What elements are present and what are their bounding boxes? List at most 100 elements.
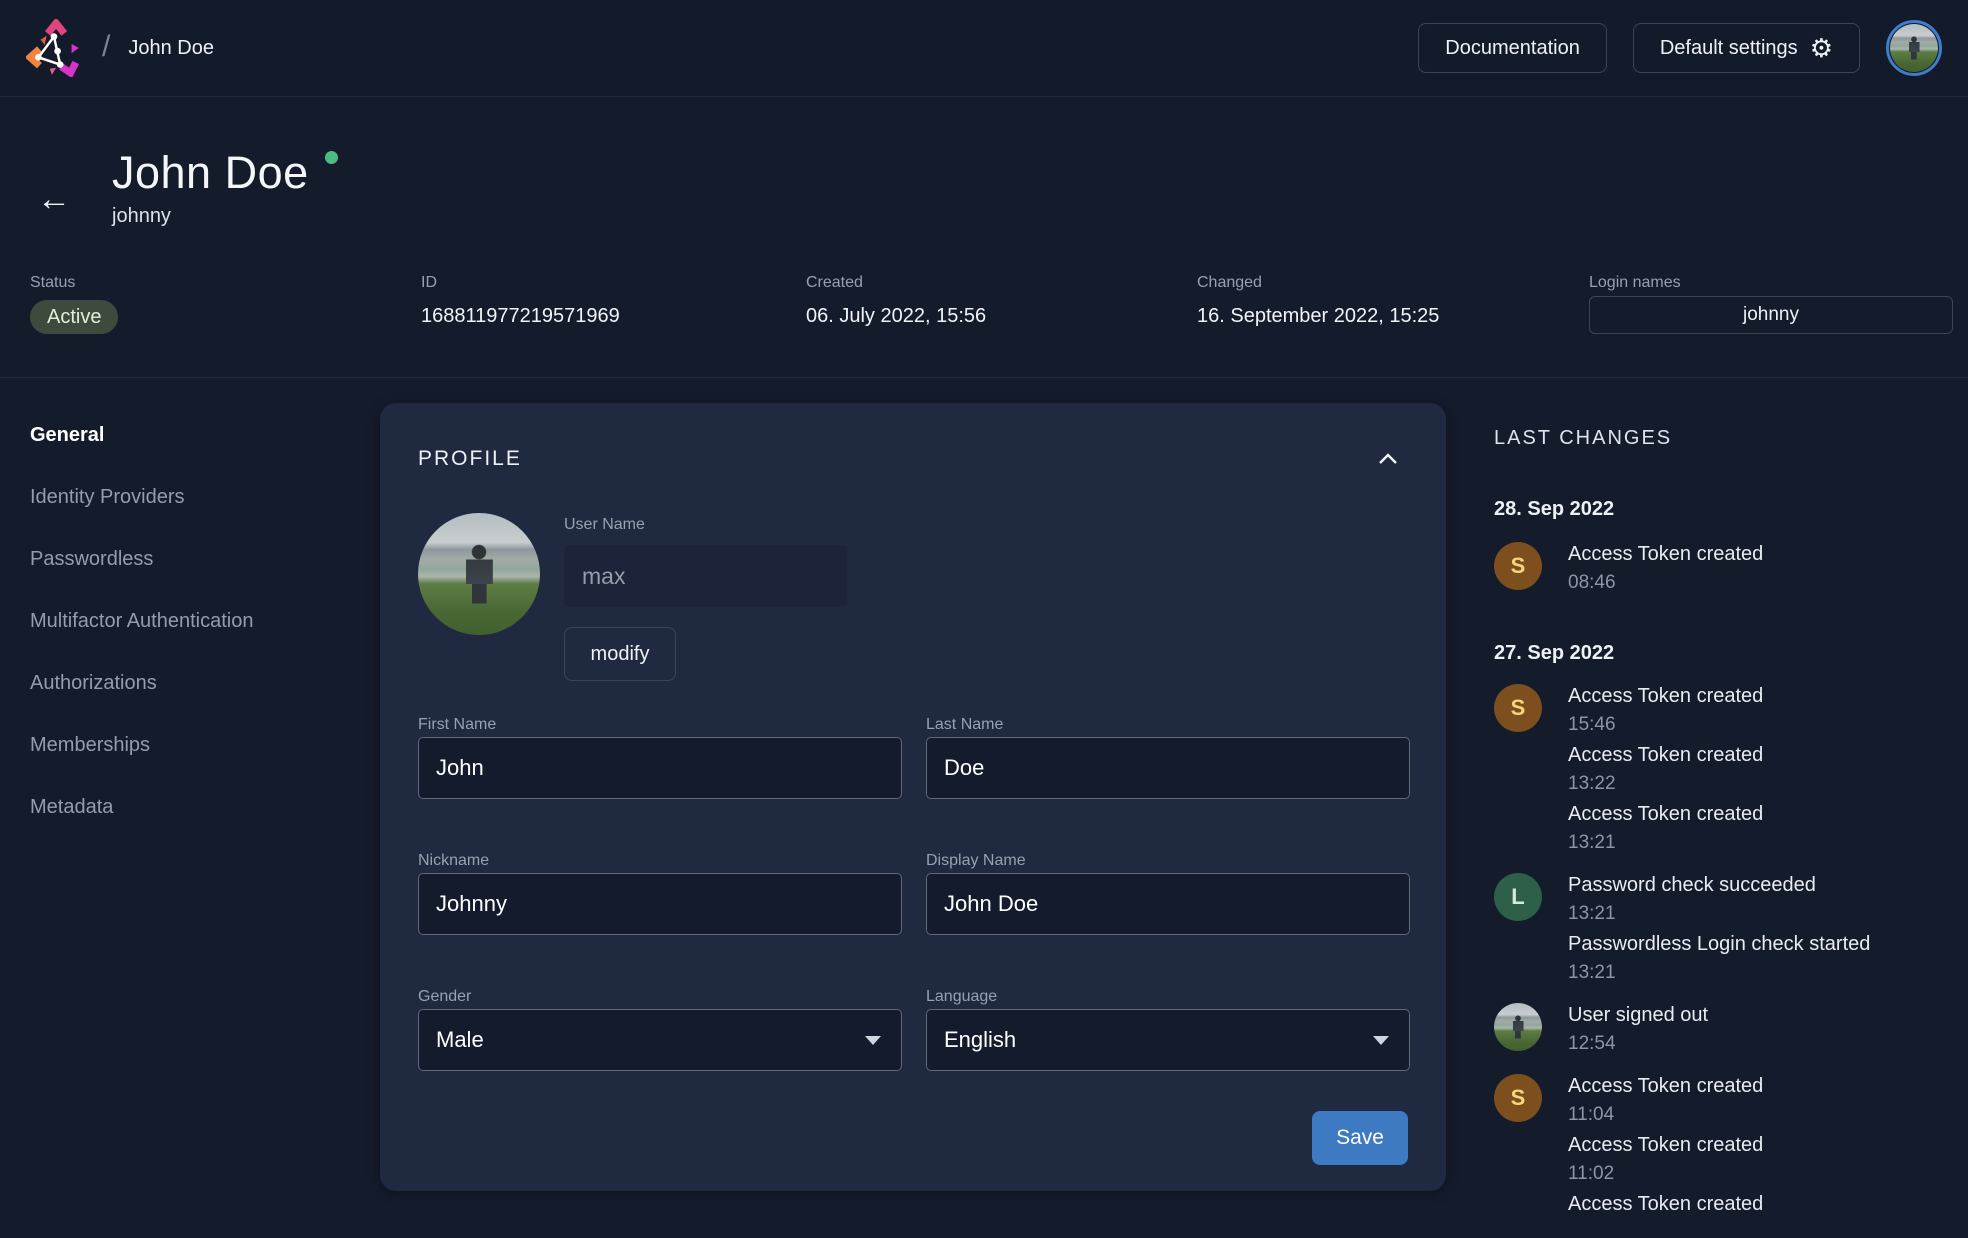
back-button[interactable]: ←: [30, 175, 78, 223]
dropdown-arrow-icon: [865, 1036, 881, 1045]
timeline-event: L Password check succeeded 13:21: [1494, 873, 1924, 926]
page-subtitle: johnny: [112, 203, 338, 229]
created-value: 06. July 2022, 15:56: [806, 302, 1197, 330]
status-badge: Active: [30, 300, 118, 334]
event-title: Passwordless Login check started: [1568, 932, 1870, 957]
save-button[interactable]: Save: [1312, 1111, 1408, 1165]
timeline-event: Access Token created 11:02: [1494, 1133, 1924, 1186]
event-time: 13:21: [1568, 961, 1870, 985]
sidebar-item-multifactor-authentication[interactable]: Multifactor Authentication: [30, 609, 356, 634]
gender-value: Male: [436, 1027, 484, 1053]
event-time: 15:46: [1568, 713, 1763, 737]
language-value: English: [944, 1027, 1016, 1053]
changed-label: Changed: [1197, 272, 1589, 294]
timeline-event: User signed out 12:54: [1494, 1003, 1924, 1056]
created-label: Created: [806, 272, 1197, 294]
last-name-input[interactable]: [926, 737, 1410, 799]
modify-button[interactable]: modify: [564, 627, 676, 681]
changes-timeline: 28. Sep 2022 S Access Token created 08:46 27…: [1494, 497, 1924, 1217]
first-name-input[interactable]: [418, 737, 902, 799]
actor-initial-icon: S: [1494, 1074, 1542, 1122]
timeline-event: Access Token created: [1494, 1192, 1924, 1217]
event-time: 13:21: [1568, 831, 1763, 855]
default-settings-button[interactable]: Default settings ⚙: [1633, 23, 1860, 73]
sidebar-item-passwordless[interactable]: Passwordless: [30, 547, 356, 572]
timeline-event: S Access Token created 11:04: [1494, 1074, 1924, 1127]
event-title: User signed out: [1568, 1003, 1708, 1028]
sidebar-item-identity-providers[interactable]: Identity Providers: [30, 485, 356, 510]
language-label: Language: [926, 988, 997, 1005]
id-label: ID: [421, 272, 806, 294]
event-time: 08:46: [1568, 571, 1763, 595]
meta-row: Status Active ID 168811977219571969 Crea…: [0, 272, 1968, 334]
event-time: 11:04: [1568, 1103, 1763, 1127]
collapse-card-button[interactable]: [1368, 439, 1408, 479]
actor-initial-icon: S: [1494, 542, 1542, 590]
timeline-event: Passwordless Login check started 13:21: [1494, 932, 1924, 985]
sidebar-item-general[interactable]: General: [30, 423, 356, 448]
display-name-input[interactable]: [926, 873, 1410, 935]
last-changes-panel: LAST CHANGES 28. Sep 2022 S Access Token c…: [1494, 378, 1924, 1223]
event-title: Access Token created: [1568, 1133, 1763, 1158]
first-name-label: First Name: [418, 716, 496, 733]
gender-label: Gender: [418, 988, 471, 1005]
status-dot-icon: [325, 151, 338, 164]
chevron-up-icon: [1378, 453, 1398, 465]
display-name-label: Display Name: [926, 852, 1026, 869]
last-name-label: Last Name: [926, 716, 1003, 733]
user-header: ← John Doe johnny: [0, 97, 1968, 229]
actor-initial-icon: S: [1494, 684, 1542, 732]
page-title: John Doe: [112, 147, 338, 199]
nickname-label: Nickname: [418, 852, 489, 869]
sidebar-item-authorizations[interactable]: Authorizations: [30, 671, 356, 696]
id-value: 168811977219571969: [421, 302, 806, 330]
profile-photo[interactable]: [418, 513, 540, 635]
timeline-date: 28. Sep 2022: [1494, 497, 1924, 522]
topbar: / John Doe Documentation Default setting…: [0, 0, 1968, 97]
event-time: 13:21: [1568, 902, 1816, 926]
gender-select[interactable]: Male: [418, 1009, 902, 1071]
language-select[interactable]: English: [926, 1009, 1410, 1071]
changed-value: 16. September 2022, 15:25: [1197, 302, 1589, 330]
event-title: Access Token created: [1568, 684, 1763, 709]
event-time: 12:54: [1568, 1032, 1708, 1056]
profile-card: PROFILE User Name max modify First Name …: [380, 403, 1446, 1191]
default-settings-label: Default settings: [1660, 37, 1798, 60]
actor-initial-icon: L: [1494, 873, 1542, 921]
event-title: Access Token created: [1568, 542, 1763, 567]
sidebar-item-metadata[interactable]: Metadata: [30, 795, 356, 820]
actor-photo-icon: [1494, 1003, 1542, 1051]
breadcrumb-org-name[interactable]: John Doe: [128, 37, 214, 60]
user-name-input[interactable]: max: [564, 545, 847, 607]
nickname-input[interactable]: [418, 873, 902, 935]
page-title-text: John Doe: [112, 147, 309, 198]
timeline-event: S Access Token created 08:46: [1494, 542, 1924, 595]
event-title: Password check succeeded: [1568, 873, 1816, 898]
event-title: Access Token created: [1568, 802, 1763, 827]
event-title: Access Token created: [1568, 743, 1763, 768]
timeline-event: S Access Token created 15:46: [1494, 684, 1924, 737]
event-time: 11:02: [1568, 1162, 1763, 1186]
gear-icon: ⚙: [1810, 35, 1833, 61]
event-time: 13:22: [1568, 772, 1763, 796]
event-title: Access Token created: [1568, 1074, 1763, 1099]
status-label: Status: [30, 272, 421, 294]
avatar-photo: [1890, 24, 1938, 72]
sidebar-item-memberships[interactable]: Memberships: [30, 733, 356, 758]
timeline-date: 27. Sep 2022: [1494, 641, 1924, 666]
documentation-button[interactable]: Documentation: [1418, 23, 1607, 73]
timeline-event: Access Token created 13:21: [1494, 802, 1924, 855]
section-sidebar: General Identity Providers Passwordless Mul…: [0, 378, 380, 857]
dropdown-arrow-icon: [1373, 1036, 1389, 1045]
login-name-chip[interactable]: johnny: [1589, 296, 1953, 334]
login-names-label: Login names: [1589, 272, 1953, 294]
zitadel-logo-icon[interactable]: [26, 19, 84, 77]
user-menu-avatar[interactable]: [1886, 20, 1942, 76]
user-name-label: User Name: [564, 513, 847, 537]
breadcrumb-separator: /: [102, 30, 110, 64]
profile-card-title: PROFILE: [418, 447, 522, 471]
last-changes-title: LAST CHANGES: [1494, 426, 1924, 451]
timeline-event: Access Token created 13:22: [1494, 743, 1924, 796]
documentation-label: Documentation: [1445, 37, 1580, 60]
event-title: Access Token created: [1568, 1192, 1763, 1217]
